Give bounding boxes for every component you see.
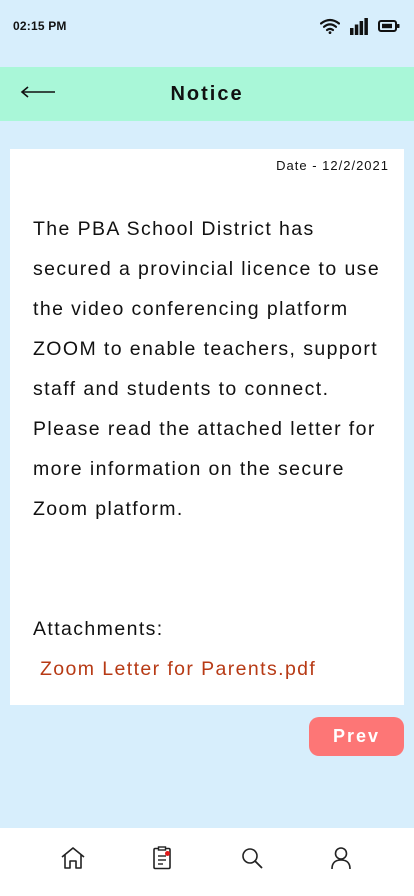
back-button[interactable] [20, 81, 58, 107]
nav-search[interactable] [228, 836, 276, 884]
status-icons [320, 17, 400, 35]
profile-icon [330, 846, 352, 875]
attachment-link[interactable]: Zoom Letter for Parents.pdf [40, 649, 316, 689]
prev-button[interactable]: Prev [309, 717, 404, 756]
notice-date: Date - 12/2/2021 [276, 158, 389, 173]
bottom-nav [0, 828, 414, 896]
battery-icon [378, 20, 400, 32]
notice-icon [152, 845, 172, 875]
page-title: Notice [170, 82, 244, 105]
nav-home[interactable] [49, 836, 97, 884]
status-bar: 02:15 PM [0, 0, 414, 52]
search-icon [241, 847, 263, 874]
notice-card: Date - 12/2/2021 The PBA School District… [10, 149, 404, 705]
status-time: 02:15 PM [13, 19, 67, 33]
nav-notices[interactable] [138, 836, 186, 884]
attachments-label: Attachments: [33, 618, 164, 640]
notice-body: The PBA School District has secured a pr… [33, 218, 381, 520]
arrow-left-icon [20, 85, 56, 103]
nav-profile[interactable] [317, 836, 365, 884]
wifi-icon [320, 18, 340, 34]
header-bar: Notice [0, 67, 414, 121]
home-icon [60, 846, 86, 875]
signal-icon [350, 17, 368, 35]
